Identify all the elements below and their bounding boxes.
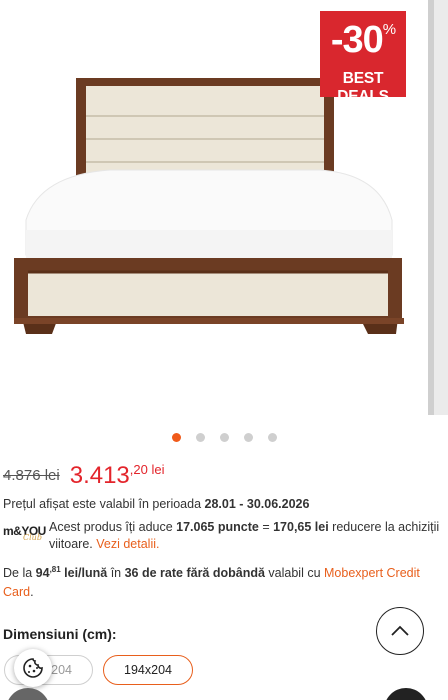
loyalty-points-text: Acest produs îți aduce 17.065 puncte = 1… xyxy=(49,520,440,551)
next-slide-shadow xyxy=(428,0,434,415)
dimension-option-selected[interactable]: 194x204 xyxy=(103,655,193,685)
myou-club-logo: m&YOU Club xyxy=(3,524,46,542)
dimensions-label: Dimensiuni (cm): xyxy=(3,626,117,642)
product-image-gallery[interactable]: -30% BEST DEALS xyxy=(0,0,448,455)
installment-info: De la 94,81 lei/lună în 36 de rate fără … xyxy=(3,565,420,600)
current-price: 3.413,20 lei xyxy=(69,462,165,489)
next-slide-preview[interactable] xyxy=(428,0,448,415)
old-price: 4.876 lei xyxy=(3,467,60,484)
monthly-amount: 94,81 lei/lună xyxy=(35,565,108,581)
carousel-dots xyxy=(0,433,448,442)
carousel-dot-1[interactable] xyxy=(171,433,181,442)
bottom-floating-button-right[interactable] xyxy=(384,688,428,700)
bottom-floating-button-left[interactable] xyxy=(6,688,50,700)
scroll-to-top-button[interactable] xyxy=(376,607,424,655)
discount-badge: -30% BEST DEALS xyxy=(320,11,406,105)
carousel-dot-5[interactable] xyxy=(267,433,277,442)
price-row: 4.876 lei 3.413,20 lei xyxy=(3,458,164,490)
carousel-dot-4[interactable] xyxy=(243,433,253,442)
carousel-dot-3[interactable] xyxy=(219,433,229,442)
cookie-settings-button[interactable] xyxy=(14,649,52,687)
discount-percent: -30% xyxy=(330,19,396,61)
carousel-dot-2[interactable] xyxy=(195,433,205,442)
chevron-up-icon xyxy=(391,625,409,636)
price-validity-text: Prețul afișat este valabil în perioada 2… xyxy=(3,497,310,511)
loyalty-details-link[interactable]: Vezi detalii. xyxy=(96,537,159,551)
best-deals-label: BEST DEALS xyxy=(337,70,389,105)
cookie-icon xyxy=(23,658,43,678)
loyalty-points-section: m&YOU Club Acest produs îți aduce 17.065… xyxy=(3,519,443,553)
